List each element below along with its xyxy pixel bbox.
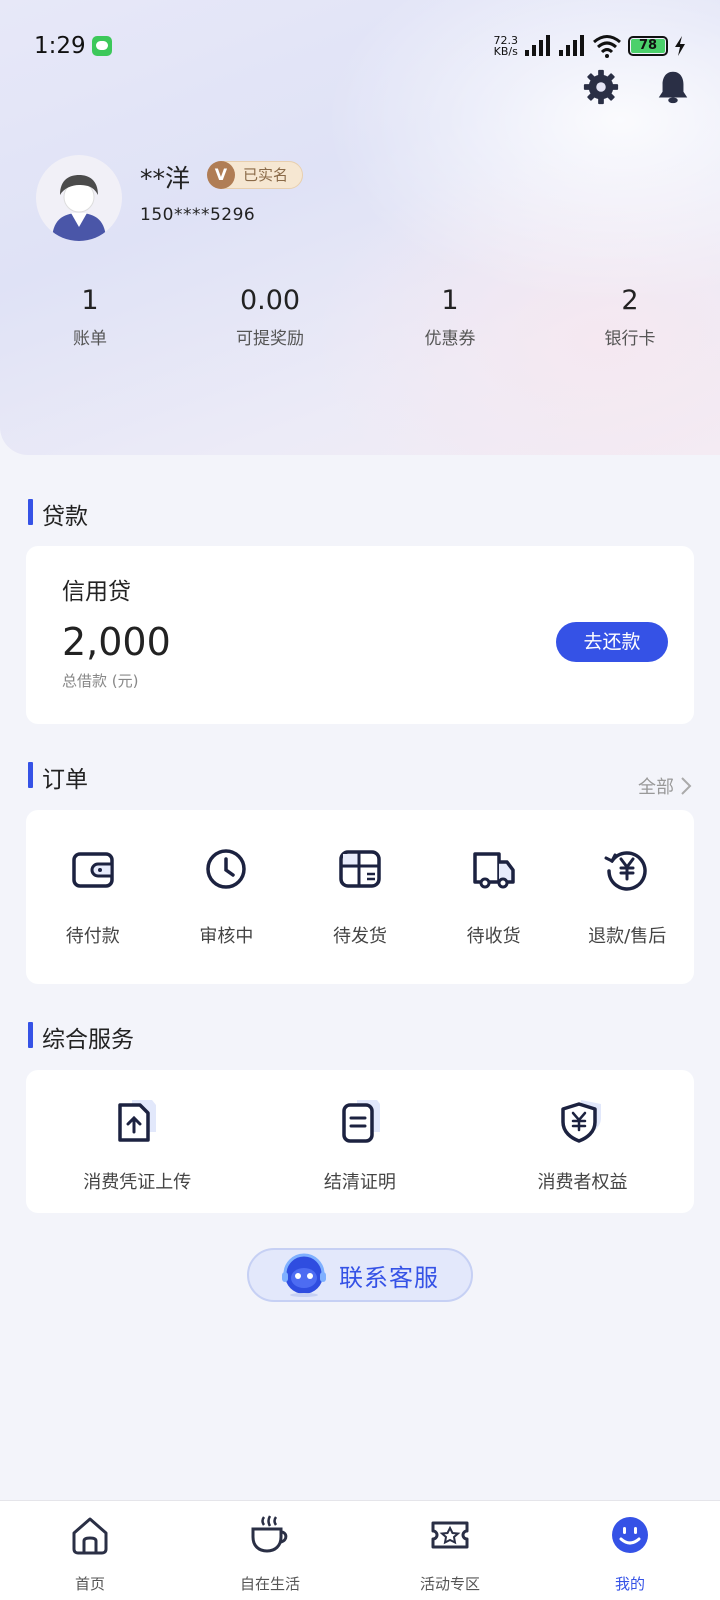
tab-label: 活动专区: [419, 1575, 480, 1593]
truck-icon: [472, 852, 515, 889]
tab-mine[interactable]: 我的: [540, 1501, 720, 1600]
loan-amount-label: 总借款 (元): [62, 672, 139, 690]
orders-all-link[interactable]: 全部: [638, 773, 692, 799]
order-item-label: 待付款: [65, 926, 120, 947]
loan-product-name: 信用贷: [62, 579, 131, 605]
user-avatar-icon: [52, 175, 106, 241]
orders-card: 待付款 审核中 待发货 待收货 退款/售后: [26, 810, 694, 984]
contact-customer-service-label: 联系客服: [339, 1263, 439, 1292]
order-pending-payment[interactable]: 待付款: [26, 844, 160, 948]
service-consumer-rights[interactable]: 消费者权益: [471, 1096, 694, 1194]
robot-headset-icon: [282, 1253, 326, 1297]
stat-value: 1: [81, 285, 99, 316]
user-phone: 150****5296: [140, 205, 256, 225]
shield-yen-icon: [561, 1100, 602, 1143]
chevron-right-icon: [681, 777, 692, 795]
verified-v-icon: V: [207, 161, 235, 189]
refund-yen-icon: [604, 851, 647, 891]
order-item-label: 待收货: [466, 926, 521, 947]
stat-bills[interactable]: 1 账单: [0, 285, 180, 349]
stat-value: 2: [621, 285, 639, 316]
charging-icon: [675, 36, 685, 56]
orders-section-title: 订单: [28, 760, 88, 794]
stat-label: 账单: [73, 329, 107, 349]
loan-section-title: 贷款: [28, 497, 88, 531]
status-time: 1:29: [34, 33, 86, 59]
coffee-cup-icon: [251, 1515, 288, 1553]
tab-label: 我的: [614, 1575, 645, 1593]
signal-icon-2: [559, 35, 584, 56]
bell-icon: [658, 71, 688, 104]
home-icon: [72, 1517, 108, 1555]
service-label: 结清证明: [323, 1172, 396, 1193]
account-stats: 1 账单 0.00 可提奖励 1 优惠券 2 银行卡: [0, 285, 720, 349]
orders-all-label: 全部: [638, 777, 674, 798]
ticket-star-icon: [431, 1521, 469, 1549]
order-pending-receipt[interactable]: 待收货: [427, 844, 561, 948]
verified-badge: V 已实名: [207, 161, 304, 189]
network-speed: 72.3 KB/s: [494, 35, 519, 57]
gear-icon: [583, 69, 619, 105]
message-notification-icon: [91, 36, 112, 56]
settings-button[interactable]: [582, 68, 620, 106]
loan-card[interactable]: 信用贷 2,000 总借款 (元) 去还款: [26, 546, 694, 724]
service-label: 消费者权益: [537, 1172, 628, 1193]
stat-rewards[interactable]: 0.00 可提奖励: [180, 285, 360, 349]
repay-button[interactable]: 去还款: [556, 622, 668, 662]
status-bar: 1:29 72.3 KB/s 78: [34, 30, 686, 62]
package-icon: [339, 850, 381, 888]
tab-life[interactable]: 自在生活: [180, 1501, 360, 1600]
stat-label: 可提奖励: [236, 329, 304, 349]
upload-document-icon: [118, 1100, 157, 1142]
contact-customer-service-button[interactable]: 联系客服: [247, 1248, 473, 1302]
loan-amount: 2,000: [62, 620, 171, 664]
stat-label: 优惠券: [424, 329, 476, 349]
certificate-icon: [342, 1100, 380, 1143]
tab-label: 自在生活: [239, 1575, 300, 1593]
service-receipt-upload[interactable]: 消费凭证上传: [26, 1096, 249, 1194]
stat-coupons[interactable]: 1 优惠券: [360, 285, 540, 349]
notification-button[interactable]: [654, 68, 692, 106]
signal-icon: [525, 35, 550, 56]
order-item-label: 退款/售后: [588, 926, 667, 947]
network-speed-unit: KB/s: [493, 45, 518, 58]
service-label: 消费凭证上传: [83, 1172, 192, 1193]
user-profile[interactable]: **洋 V 已实名 150****5296: [36, 155, 686, 245]
services-card: 消费凭证上传 结清证明 消费者权益: [26, 1070, 694, 1213]
stat-label: 银行卡: [604, 329, 656, 349]
stat-value: 1: [441, 285, 459, 316]
services-section-title: 综合服务: [28, 1020, 134, 1054]
order-refund-aftersales[interactable]: 退款/售后: [560, 844, 694, 948]
stat-bank-cards[interactable]: 2 银行卡: [540, 285, 720, 349]
order-item-label: 待发货: [332, 926, 387, 947]
clock-icon: [206, 849, 247, 889]
wallet-icon: [72, 852, 114, 888]
tab-activities[interactable]: 活动专区: [360, 1501, 540, 1600]
user-name: **洋: [140, 164, 191, 193]
order-item-label: 审核中: [199, 926, 254, 947]
order-pending-shipment[interactable]: 待发货: [293, 844, 427, 948]
tab-home[interactable]: 首页: [0, 1501, 180, 1600]
stat-value: 0.00: [239, 285, 301, 316]
wifi-icon: [593, 35, 621, 58]
battery-level: 78: [631, 39, 665, 53]
smiley-icon: [612, 1517, 648, 1553]
avatar[interactable]: [36, 155, 122, 241]
verified-label: 已实名: [243, 166, 289, 184]
order-under-review[interactable]: 审核中: [160, 844, 294, 948]
service-settlement-certificate[interactable]: 结清证明: [249, 1096, 472, 1194]
battery-icon: 78: [628, 36, 668, 56]
bottom-tab-bar: 首页 自在生活 活动专区 我的: [0, 1500, 720, 1600]
tab-label: 首页: [74, 1575, 105, 1593]
